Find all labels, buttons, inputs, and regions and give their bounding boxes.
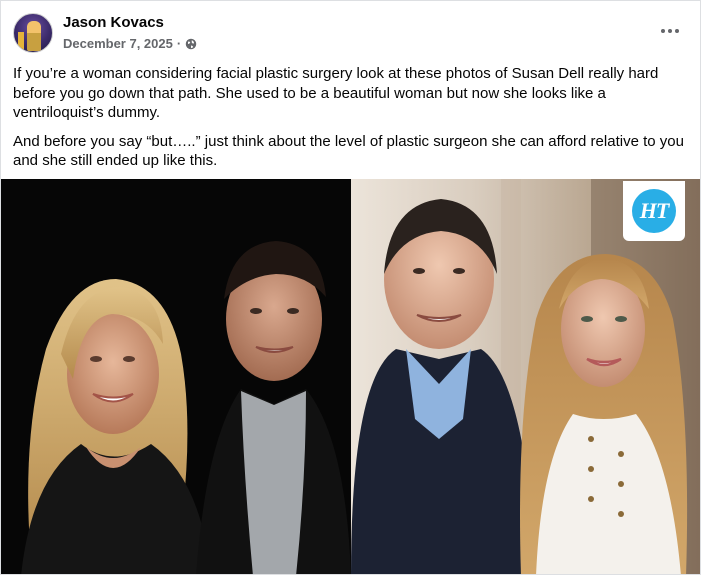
photo-right[interactable]: HT: [351, 179, 700, 574]
ht-logo-text: HT: [632, 189, 676, 233]
post-text: If you’re a woman considering facial pla…: [13, 64, 691, 180]
author-avatar[interactable]: [13, 13, 53, 53]
author-name[interactable]: Jason Kovacs: [63, 14, 164, 31]
avatar-accent: [18, 32, 24, 50]
post-header: Jason Kovacs December 7, 2025 ·: [1, 1, 700, 61]
photo-left-couple-illustration: [1, 179, 351, 574]
post-paragraph: If you’re a woman considering facial pla…: [13, 65, 659, 121]
post-photos[interactable]: HT: [1, 179, 700, 574]
facebook-post: Jason Kovacs December 7, 2025 · If you’r…: [0, 0, 701, 575]
post-paragraph: And before you say “but…..” just think a…: [13, 132, 684, 170]
globe-icon[interactable]: [185, 38, 197, 50]
more-options-icon[interactable]: [654, 19, 686, 43]
post-meta: December 7, 2025 ·: [63, 36, 197, 51]
post-date[interactable]: December 7, 2025: [63, 36, 173, 51]
avatar-figure: [27, 21, 41, 51]
meta-separator: ·: [176, 36, 182, 51]
ht-watermark-logo: HT: [623, 181, 685, 241]
photo-left[interactable]: [1, 179, 351, 574]
